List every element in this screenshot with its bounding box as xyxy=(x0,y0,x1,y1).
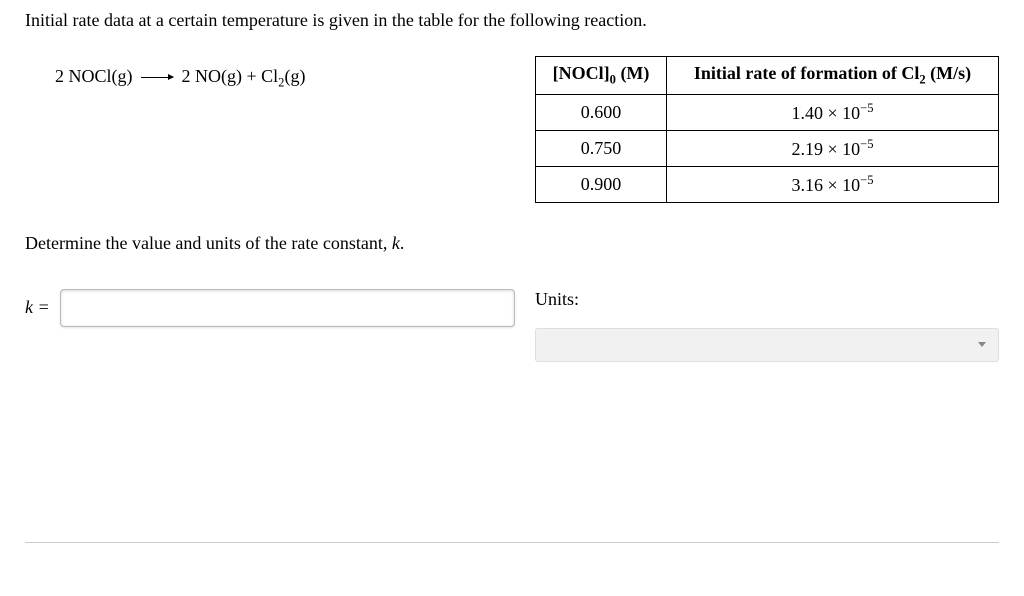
cell-conc: 0.900 xyxy=(536,166,667,202)
table-row: 0.900 3.16 × 10−5 xyxy=(536,166,999,202)
table-header-rate: Initial rate of formation of Cl2 (M/s) xyxy=(667,57,999,95)
reaction-arrow-icon xyxy=(141,77,173,78)
reaction-equation: 2 NOCl(g) 2 NO(g) + Cl2(g) xyxy=(55,66,305,86)
units-label: Units: xyxy=(535,289,999,310)
content-row: 2 NOCl(g) 2 NO(g) + Cl2(g) [NOCl]0 (M) I… xyxy=(25,56,999,203)
table-row: 0.750 2.19 × 10−5 xyxy=(536,130,999,166)
rate-constant-prompt: Determine the value and units of the rat… xyxy=(25,233,999,254)
intro-text: Initial rate data at a certain temperatu… xyxy=(25,10,999,31)
cell-conc: 0.600 xyxy=(536,94,667,130)
equation-column: 2 NOCl(g) 2 NO(g) + Cl2(g) xyxy=(25,56,515,203)
answer-row: k = Units: xyxy=(25,289,999,362)
k-label: k = xyxy=(25,297,50,318)
units-dropdown[interactable] xyxy=(535,328,999,362)
cell-rate: 1.40 × 10−5 xyxy=(667,94,999,130)
k-input-group: k = xyxy=(25,289,515,327)
table-header-concentration: [NOCl]0 (M) xyxy=(536,57,667,95)
chevron-down-icon xyxy=(978,342,986,347)
divider xyxy=(25,542,999,543)
cell-rate: 3.16 × 10−5 xyxy=(667,166,999,202)
units-group: Units: xyxy=(535,289,999,362)
cell-conc: 0.750 xyxy=(536,130,667,166)
table-row: 0.600 1.40 × 10−5 xyxy=(536,94,999,130)
cell-rate: 2.19 × 10−5 xyxy=(667,130,999,166)
k-value-input[interactable] xyxy=(60,289,515,327)
table-column: [NOCl]0 (M) Initial rate of formation of… xyxy=(535,56,999,203)
rate-data-table: [NOCl]0 (M) Initial rate of formation of… xyxy=(535,56,999,203)
